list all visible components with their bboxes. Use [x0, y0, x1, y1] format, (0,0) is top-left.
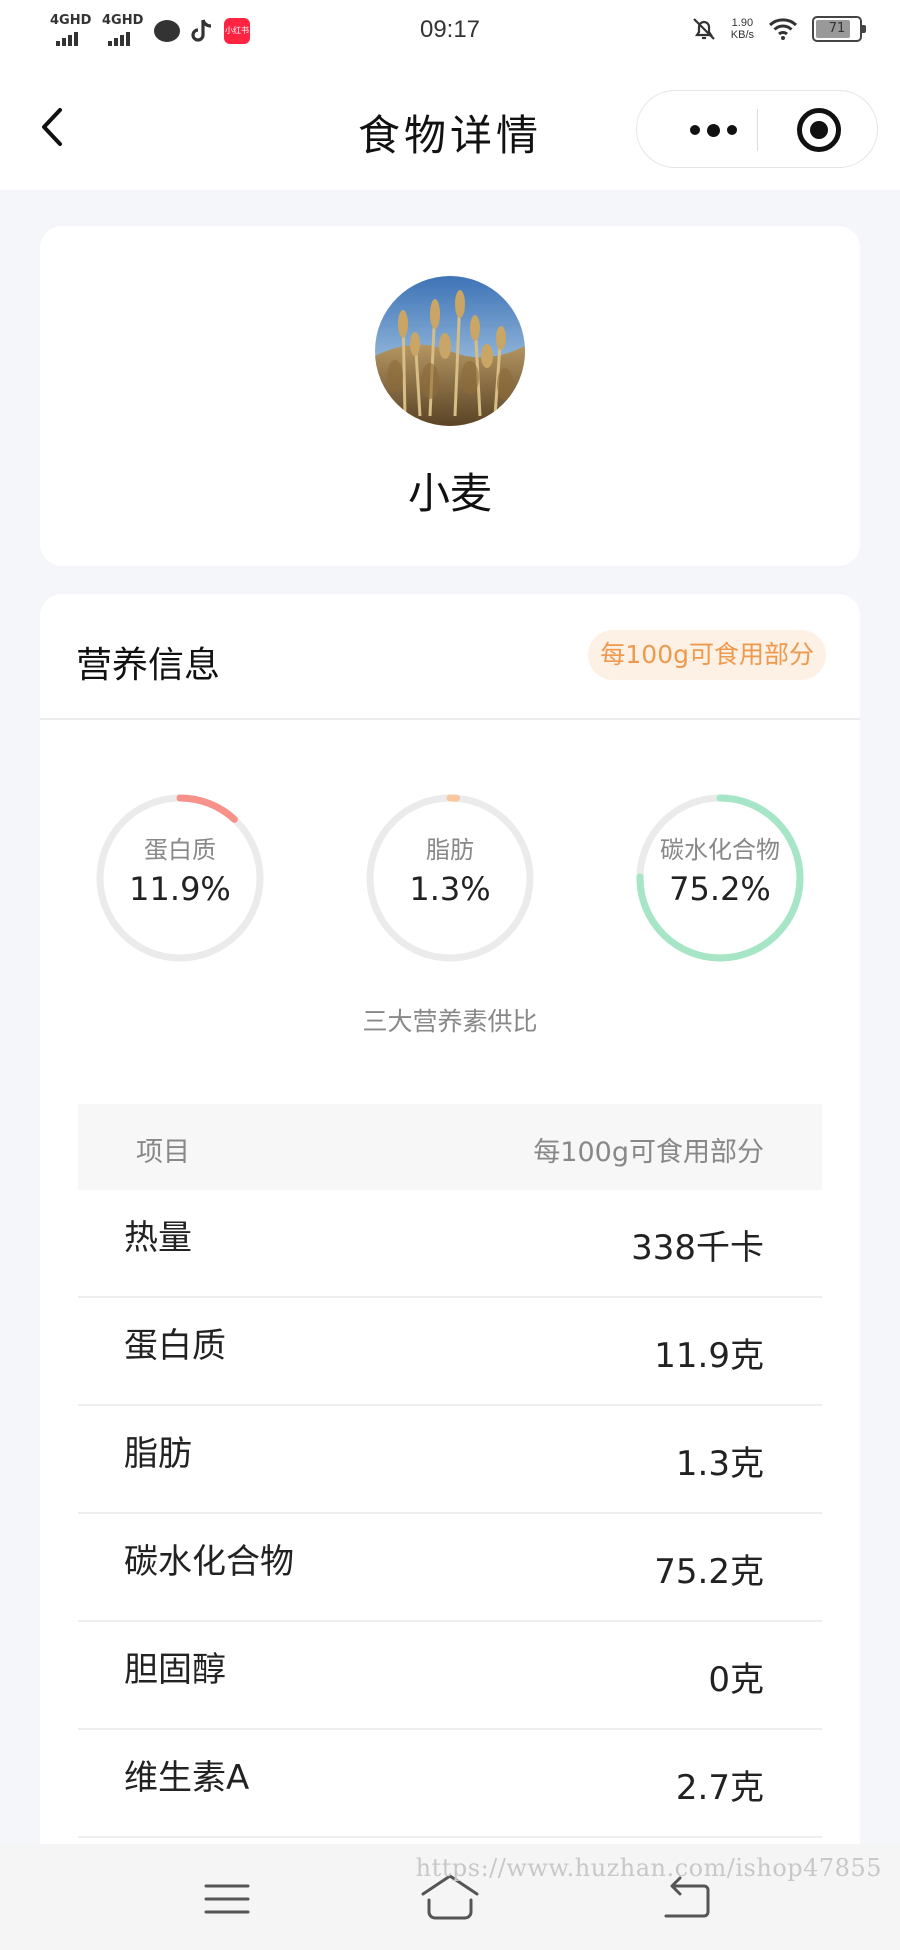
food-name: 小麦: [407, 469, 492, 518]
row-name: 热量: [124, 1218, 192, 1258]
target-circle-icon[interactable]: [797, 108, 841, 152]
row-value: 0克: [708, 1660, 764, 1700]
menu-icon: [204, 1884, 250, 1914]
row-name: 碳水化合物: [124, 1542, 294, 1582]
wifi-icon: [768, 18, 798, 40]
nav-bar: 食物详情: [0, 66, 900, 190]
ring-value: 75.2%: [669, 870, 771, 908]
row-value: 2.7克: [675, 1768, 764, 1808]
mute-bell-icon: [692, 18, 715, 40]
network-speed-value: 1.90: [731, 17, 754, 29]
battery-level: 71: [828, 21, 846, 36]
row-name: 维生素A: [124, 1758, 250, 1798]
ring-value: 11.9%: [129, 870, 231, 908]
nutrition-title: 营养信息: [76, 645, 221, 686]
protein-ring: 蛋白质 11.9%: [96, 794, 264, 962]
divider: [40, 718, 860, 720]
battery-icon: 71: [812, 16, 866, 42]
mini-program-capsule: [636, 90, 878, 168]
network-speed: 1.90 KB/s: [731, 17, 754, 41]
ring-value: 1.3%: [409, 870, 491, 908]
more-dots-icon: [689, 125, 700, 135]
table-row: 胆固醇 0克: [78, 1622, 822, 1730]
network-speed-unit: KB/s: [730, 29, 754, 41]
table-header-item: 项目: [136, 1137, 190, 1168]
table-row: 碳水化合物 75.2克: [78, 1514, 822, 1622]
nutrition-card: 营养信息 每100g可食用部分 蛋白质 11.9% 脂肪 1.3% 碳水化合物 …: [40, 594, 860, 1894]
row-name: 胆固醇: [124, 1650, 226, 1690]
row-name: 蛋白质: [124, 1326, 226, 1366]
table-row: 热量 338千卡: [78, 1190, 822, 1298]
table-row: 蛋白质 11.9克: [78, 1298, 822, 1406]
row-value: 75.2克: [654, 1552, 764, 1592]
ring-label: 脂肪: [426, 836, 474, 864]
table-row: 脂肪 1.3克: [78, 1406, 822, 1514]
food-image: [375, 276, 525, 426]
row-value: 11.9克: [654, 1336, 764, 1376]
fat-ring: 脂肪 1.3%: [366, 794, 534, 962]
food-header-card: 小麦: [40, 226, 860, 566]
table-header: 项目 每100g可食用部分: [78, 1104, 822, 1190]
ring-caption: 三大营养素供比: [362, 1007, 538, 1036]
more-button[interactable]: [673, 91, 753, 169]
ring-label: 碳水化合物: [660, 836, 780, 864]
watermark: https://www.huzhan.com/ishop47855: [415, 1854, 882, 1882]
carb-ring: 碳水化合物 75.2%: [636, 794, 804, 962]
wheat-photo: [375, 276, 525, 426]
table-header-value: 每100g可食用部分: [533, 1137, 764, 1168]
row-value: 1.3克: [675, 1444, 764, 1484]
table-row: 维生素A 2.7克: [78, 1730, 822, 1838]
capsule-divider: [757, 109, 758, 151]
row-value: 338千卡: [631, 1228, 764, 1268]
ring-label: 蛋白质: [144, 836, 216, 864]
row-name: 脂肪: [124, 1434, 192, 1474]
status-right: 1.90 KB/s 71: [691, 16, 866, 42]
menu-button[interactable]: [192, 1864, 262, 1934]
serving-badge: 每100g可食用部分: [588, 630, 826, 680]
status-bar: 4GHD 4GHD 小红书 09:17 1.90 KB/s 71: [0, 0, 900, 66]
